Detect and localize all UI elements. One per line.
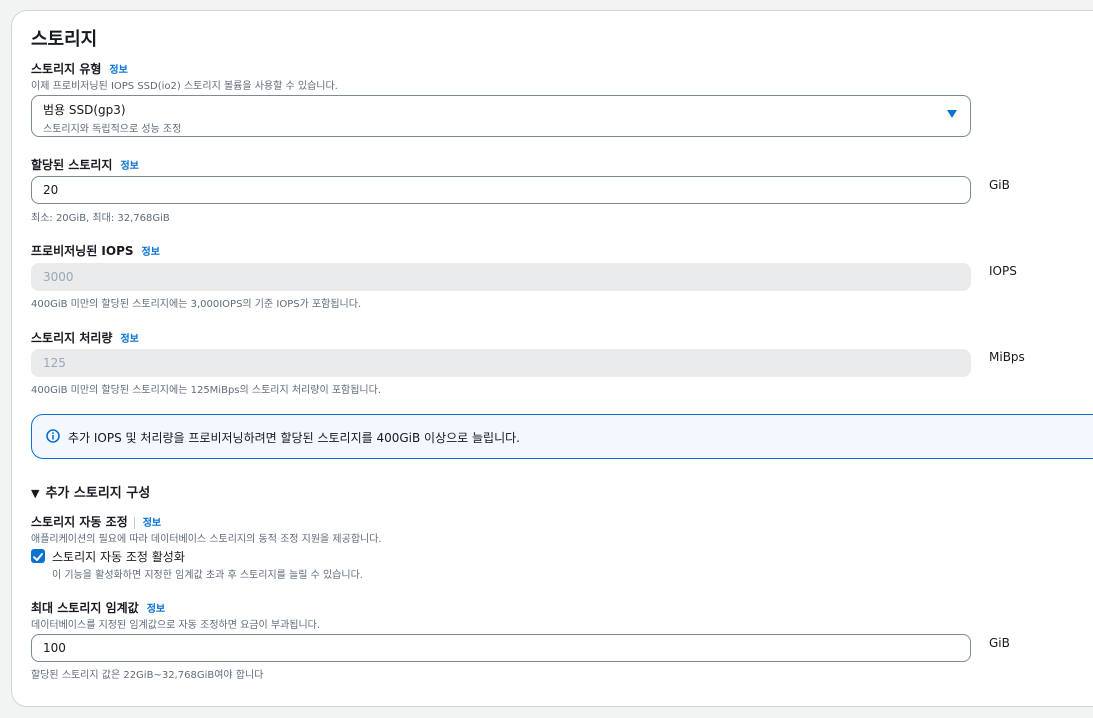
info-alert: 추가 IOPS 및 처리량을 프로비저닝하려면 할당된 스토리지를 400GiB… — [31, 414, 1093, 459]
max-threshold-info-link[interactable]: 정보 — [147, 604, 165, 615]
provisioned-iops-unit: IOPS — [989, 264, 1017, 278]
provisioned-iops-input: 3000 — [31, 263, 971, 291]
check-icon — [33, 553, 43, 561]
page-title: 스토리지 — [31, 29, 98, 50]
label-divider — [133, 516, 135, 529]
additional-config-label: 추가 스토리지 구성 — [45, 486, 151, 501]
additional-config-toggle[interactable]: ▼ 추가 스토리지 구성 — [31, 482, 150, 501]
storage-throughput-hint: 400GiB 미만의 할당된 스토리지에는 125MiBps의 스토리지 처리량… — [31, 385, 382, 396]
max-threshold-description: 데이터베이스를 지정된 임계값으로 자동 조정하면 요금이 부과됩니다. — [31, 620, 321, 631]
storage-type-label: 스토리지 유형 정보 — [31, 62, 128, 76]
allocated-storage-hint: 최소: 20GiB, 최대: 32,768GiB — [31, 213, 170, 224]
storage-type-info-link[interactable]: 정보 — [109, 65, 127, 76]
autoscaling-info-link[interactable]: 정보 — [143, 518, 161, 529]
provisioned-iops-label: 프로비저닝된 IOPS 정보 — [31, 244, 160, 258]
provisioned-iops-hint: 400GiB 미만의 할당된 스토리지에는 3,000IOPS의 기준 IOPS… — [31, 299, 362, 310]
storage-throughput-label: 스토리지 처리량 정보 — [31, 331, 139, 345]
storage-throughput-unit: MiBps — [989, 350, 1025, 364]
max-threshold-label: 최대 스토리지 임계값 정보 — [31, 601, 166, 615]
storage-type-selected-description: 스토리지와 독립적으로 성능 조정 — [43, 124, 182, 135]
allocated-storage-label: 할당된 스토리지 정보 — [31, 158, 139, 172]
provisioned-iops-info-link[interactable]: 정보 — [142, 247, 160, 258]
autoscaling-checkbox-label[interactable]: 스토리지 자동 조정 활성화 — [52, 548, 185, 565]
storage-type-selected-value: 범용 SSD(gp3) — [43, 103, 126, 117]
max-threshold-unit: GiB — [989, 636, 1010, 650]
storage-throughput-info-link[interactable]: 정보 — [120, 334, 138, 345]
info-circle-icon — [46, 429, 60, 443]
allocated-storage-info-link[interactable]: 정보 — [120, 161, 138, 172]
autoscaling-checkbox-description: 이 기능을 활성화하면 지정한 임계값 초과 후 스토리지를 늘릴 수 있습니다… — [52, 570, 363, 581]
autoscaling-description: 애플리케이션의 필요에 따라 데이터베이스 스토리지의 동적 조정 지원을 제공… — [31, 534, 382, 545]
autoscaling-label: 스토리지 자동 조정 정보 — [31, 515, 162, 529]
allocated-storage-unit: GiB — [989, 178, 1010, 192]
allocated-storage-input[interactable]: 20 — [31, 176, 971, 204]
triangle-down-icon: ▼ — [31, 487, 40, 500]
storage-type-description: 이제 프로비저닝된 IOPS SSD(io2) 스토리지 볼륨을 사용할 수 있… — [31, 81, 338, 92]
storage-type-select[interactable]: 범용 SSD(gp3) 스토리지와 독립적으로 성능 조정 — [31, 95, 971, 137]
storage-panel: 스토리지 스토리지 유형 정보 이제 프로비저닝된 IOPS SSD(io2) 스… — [11, 10, 1093, 707]
info-alert-text: 추가 IOPS 및 처리량을 프로비저닝하려면 할당된 스토리지를 400GiB… — [68, 431, 520, 445]
max-threshold-hint: 할당된 스토리지 값은 22GiB~32,768GiB여야 합니다 — [31, 670, 264, 681]
storage-throughput-input: 125 — [31, 349, 971, 377]
max-threshold-input[interactable]: 100 — [31, 634, 971, 662]
autoscaling-checkbox[interactable] — [31, 549, 45, 563]
caret-down-icon — [947, 110, 957, 118]
